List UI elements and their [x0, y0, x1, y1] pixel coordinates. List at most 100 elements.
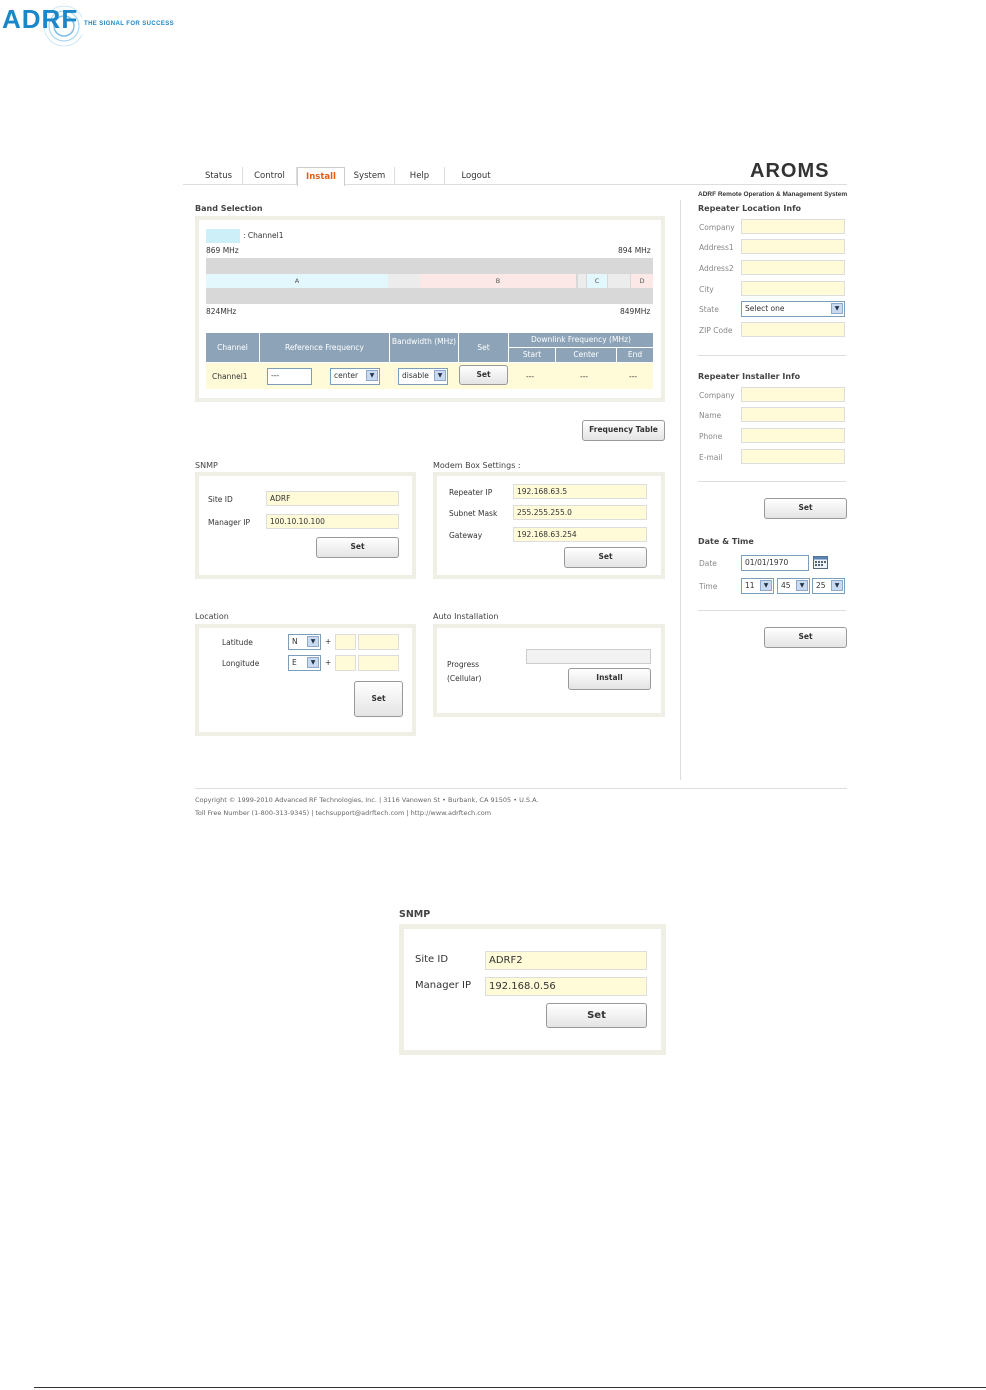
footer-copyright: Copyright © 1999-2010 Advanced RF Techno… — [195, 796, 539, 804]
zoom-snmp-set-button[interactable]: Set — [546, 1003, 647, 1028]
row-center: --- — [580, 372, 589, 381]
longitude-degrees-input[interactable] — [335, 655, 356, 671]
longitude-direction-select[interactable]: E ▼ — [288, 655, 321, 671]
row-channel: Channel1 — [212, 372, 248, 381]
reference-mode-select[interactable]: center ▼ — [330, 368, 380, 385]
col-downlink: Downlink Frequency (MHz) — [509, 333, 653, 347]
band-c[interactable]: C — [587, 274, 607, 288]
footer-contact: Toll Free Number (1-800-313-9345) | tech… — [195, 809, 492, 817]
second-select[interactable]: 25 ▼ — [812, 578, 845, 594]
chevron-down-icon: ▼ — [760, 580, 772, 591]
tab-logout[interactable]: Logout — [445, 167, 507, 185]
installer-company-input[interactable] — [741, 387, 845, 402]
band-b[interactable]: B — [420, 274, 576, 288]
chevron-down-icon: ▼ — [307, 657, 319, 668]
latitude-label: Latitude — [222, 638, 253, 647]
snmp-set-button[interactable]: Set — [316, 537, 399, 558]
latitude-direction-select[interactable]: N ▼ — [288, 634, 321, 650]
logo-tagline: THE SIGNAL FOR SUCCESS — [84, 21, 175, 27]
site-id-input[interactable]: ADRF — [266, 491, 399, 506]
zoom-manager-ip-input[interactable]: 192.168.0.56 — [485, 977, 647, 996]
chevron-down-icon: ▼ — [831, 303, 843, 314]
channel-legend-label: : Channel1 — [243, 231, 284, 240]
location-company-input[interactable] — [741, 219, 845, 234]
tab-status[interactable]: Status — [195, 167, 243, 185]
reference-frequency-input[interactable]: --- — [267, 368, 312, 385]
install-progress-bar — [526, 649, 651, 664]
state-value: Select one — [745, 304, 785, 313]
snmp-title: SNMP — [195, 461, 218, 470]
subnet-mask-input[interactable]: 255.255.255.0 — [513, 505, 647, 520]
bandwidth-value: disable — [402, 371, 429, 380]
second-value: 25 — [816, 581, 826, 590]
gateway-input[interactable]: 192.168.63.254 — [513, 527, 647, 542]
col-end: End — [617, 348, 653, 362]
address2-label: Address2 — [699, 264, 734, 273]
state-select[interactable]: Select one ▼ — [741, 301, 845, 317]
column-divider — [680, 200, 681, 780]
longitude-direction-value: E — [292, 658, 297, 667]
minute-select[interactable]: 45 ▼ — [777, 578, 810, 594]
tab-system[interactable]: System — [345, 167, 395, 185]
bottom-right-frequency: 849MHz — [620, 307, 651, 316]
latitude-degrees-input[interactable] — [335, 634, 356, 650]
zoom-site-id-input[interactable]: ADRF2 — [485, 951, 647, 970]
installer-phone-input[interactable] — [741, 428, 845, 443]
col-center: Center — [556, 348, 616, 362]
zip-label: ZIP Code — [699, 326, 733, 335]
installer-email-input[interactable] — [741, 449, 845, 464]
channel-set-button[interactable]: Set — [459, 365, 508, 385]
divider — [698, 610, 846, 611]
band-a[interactable]: A — [206, 274, 388, 288]
modem-set-button[interactable]: Set — [564, 547, 647, 568]
install-button[interactable]: Install — [568, 668, 651, 690]
city-label: City — [699, 285, 714, 294]
brand-title: AROMS — [750, 160, 830, 182]
tab-control[interactable]: Control — [243, 167, 297, 185]
date-time-set-button[interactable]: Set — [764, 627, 847, 648]
divider — [698, 481, 846, 482]
bandwidth-select[interactable]: disable ▼ — [398, 368, 448, 385]
latitude-minutes-input[interactable] — [358, 634, 399, 650]
zip-input[interactable] — [741, 322, 845, 337]
hour-select[interactable]: 11 ▼ — [741, 578, 774, 594]
installer-company-label: Company — [699, 391, 735, 400]
date-input[interactable]: 01/01/1970 — [741, 555, 809, 571]
chevron-down-icon: ▼ — [366, 370, 378, 381]
installer-email-label: E-mail — [699, 453, 723, 462]
row-end: --- — [629, 372, 638, 381]
minute-value: 45 — [781, 581, 791, 590]
info-set-button[interactable]: Set — [764, 498, 847, 519]
manager-ip-label: Manager IP — [208, 518, 250, 527]
calendar-icon[interactable] — [813, 555, 828, 569]
reference-mode-value: center — [334, 371, 359, 380]
frequency-table-button[interactable]: Frequency Table — [582, 420, 665, 441]
tab-help[interactable]: Help — [395, 167, 445, 185]
address1-input[interactable] — [741, 239, 845, 254]
col-set: Set — [459, 333, 508, 362]
tab-install[interactable]: Install — [297, 167, 345, 186]
chevron-down-icon: ▼ — [434, 370, 446, 381]
col-reference-frequency: Reference Frequency — [260, 333, 389, 362]
col-start: Start — [509, 348, 555, 362]
manager-ip-input[interactable]: 100.10.10.100 — [266, 514, 399, 529]
longitude-minutes-input[interactable] — [358, 655, 399, 671]
city-input[interactable] — [741, 281, 845, 296]
progress-sublabel: (Cellular) — [447, 674, 482, 683]
auto-install-title: Auto Installation — [433, 612, 499, 621]
bottom-left-frequency: 824MHz — [206, 307, 237, 316]
repeater-ip-label: Repeater IP — [449, 488, 493, 497]
address1-label: Address1 — [699, 243, 734, 252]
location-set-button[interactable]: Set — [354, 681, 403, 717]
address2-input[interactable] — [741, 260, 845, 275]
repeater-ip-input[interactable]: 192.168.63.5 — [513, 484, 647, 499]
latitude-plus: + — [325, 637, 332, 646]
band-d[interactable]: D — [631, 274, 653, 288]
page-bottom-rule — [34, 1387, 986, 1388]
installer-name-input[interactable] — [741, 407, 845, 422]
chevron-down-icon: ▼ — [307, 636, 319, 647]
location-title: Location — [195, 612, 229, 621]
installer-phone-label: Phone — [699, 432, 723, 441]
state-label: State — [699, 305, 719, 314]
longitude-label: Longitude — [222, 659, 260, 668]
